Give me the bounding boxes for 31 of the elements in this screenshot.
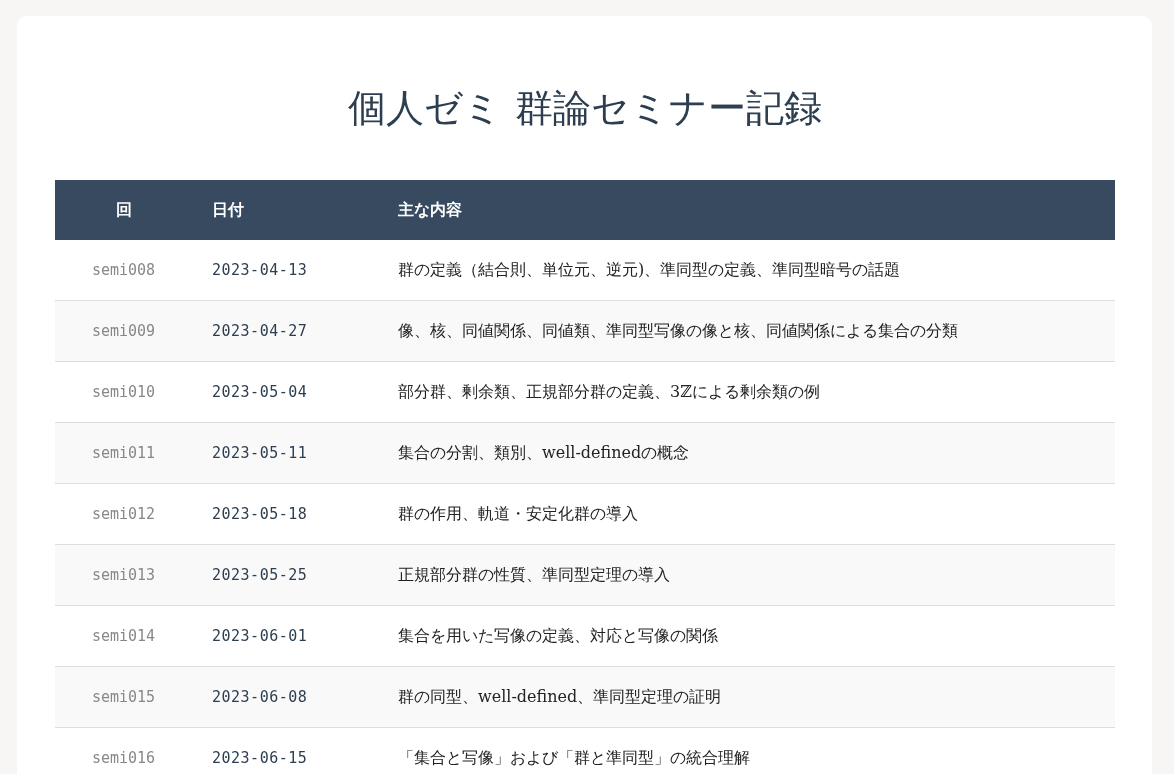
table-cell: semi011 [55, 422, 192, 484]
table-header-cell: 主な内容 [378, 180, 1115, 240]
table-header-cell: 日付 [192, 180, 378, 240]
table-cell: 2023-05-18 [192, 483, 378, 545]
table-cell: 2023-06-01 [192, 605, 378, 667]
table-cell: 「集合と写像」および「群と準同型」の統合理解 [378, 727, 1115, 774]
table-cell: 正規部分群の性質、準同型定理の導入 [378, 544, 1115, 606]
table-cell: semi015 [55, 666, 192, 728]
table-cell: 像、核、同値関係、同値類、準同型写像の像と核、同値関係による集合の分類 [378, 300, 1115, 362]
table-cell: 2023-06-08 [192, 666, 378, 728]
table-cell: semi013 [55, 544, 192, 606]
table-cell: semi009 [55, 300, 192, 362]
table-cell: 集合を用いた写像の定義、対応と写像の関係 [378, 605, 1115, 667]
table-cell: semi008 [55, 240, 192, 301]
table-cell: semi010 [55, 361, 192, 423]
table-cell: semi012 [55, 483, 192, 545]
table-cell: 2023-05-25 [192, 544, 378, 606]
table-cell: 群の定義（結合則、単位元、逆元)、準同型の定義、準同型暗号の話題 [378, 240, 1115, 301]
table-cell: 2023-05-04 [192, 361, 378, 423]
table-cell: 2023-05-11 [192, 422, 378, 484]
table-cell: 群の同型、well-defined、準同型定理の証明 [378, 666, 1115, 728]
page-title: 個人ゼミ 群論セミナー記録 [347, 85, 823, 132]
table-cell: 2023-06-15 [192, 727, 378, 774]
table-cell: 2023-04-13 [192, 240, 378, 301]
table-cell: 部分群、剰余類、正規部分群の定義、3ℤによる剰余類の例 [378, 361, 1115, 423]
table-header-cell: 回 [55, 180, 192, 240]
table-cell: semi016 [55, 727, 192, 774]
table-cell: 2023-04-27 [192, 300, 378, 362]
table-cell: 群の作用、軌道・安定化群の導入 [378, 483, 1115, 545]
table-cell: 集合の分割、類別、well-definedの概念 [378, 422, 1115, 484]
table-cell: semi014 [55, 605, 192, 667]
